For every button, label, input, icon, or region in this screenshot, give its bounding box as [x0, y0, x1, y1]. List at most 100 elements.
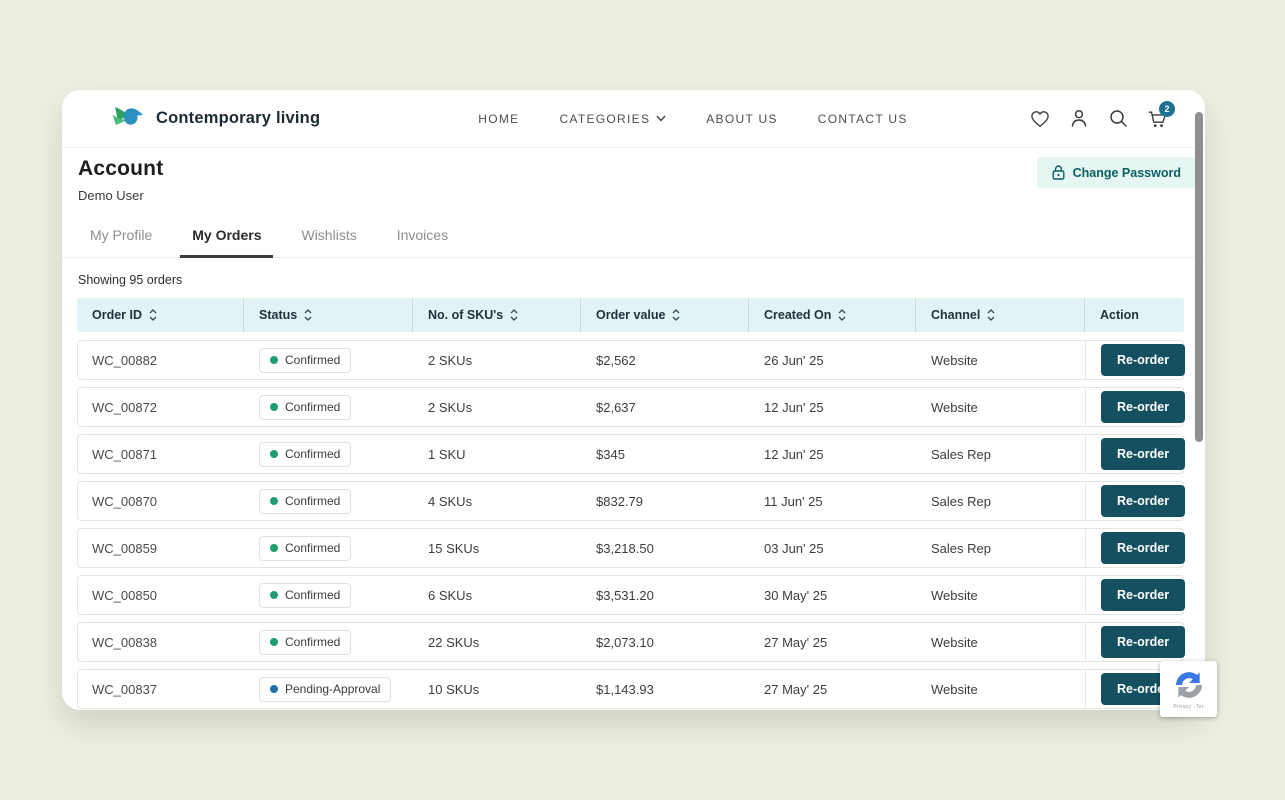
order-value-cell: $2,562 — [581, 353, 749, 368]
channel-cell: Website — [916, 682, 1085, 697]
brand-logo[interactable]: Contemporary living — [110, 104, 320, 134]
reorder-button[interactable]: Re-order — [1101, 391, 1185, 423]
recaptcha-privacy-text: Privacy - Ter — [1173, 704, 1203, 710]
skus-cell: 10 SKUs — [413, 682, 581, 697]
sort-icon[interactable] — [838, 309, 846, 321]
nav-item[interactable]: CONTACT US — [818, 112, 908, 126]
status-badge: Confirmed — [259, 630, 351, 655]
reorder-button[interactable]: Re-order — [1101, 532, 1185, 564]
vertical-scrollbar[interactable] — [1195, 112, 1203, 442]
order-value-cell: $345 — [581, 447, 749, 462]
created-on-cell: 30 May' 25 — [749, 588, 916, 603]
chevron-down-icon — [656, 115, 666, 122]
tab[interactable]: Invoices — [385, 217, 460, 258]
tab[interactable]: My Orders — [180, 217, 273, 258]
status-badge: Confirmed — [259, 489, 351, 514]
status-badge: Confirmed — [259, 583, 351, 608]
created-on-cell: 03 Jun' 25 — [749, 541, 916, 556]
order-value-cell: $2,073.10 — [581, 635, 749, 650]
nav-item[interactable]: HOME — [478, 112, 519, 126]
status-cell: Confirmed — [244, 583, 413, 608]
sort-icon[interactable] — [987, 309, 995, 321]
status-badge: Pending-Approval — [259, 677, 391, 702]
order-row: WC_00870 Confirmed 4 SKUs $832.79 11 Jun… — [77, 481, 1184, 521]
orders-table-body: WC_00882 Confirmed 2 SKUs $2,562 26 Jun'… — [77, 340, 1184, 709]
cart-count-badge: 2 — [1159, 101, 1175, 117]
reorder-button[interactable]: Re-order — [1101, 344, 1185, 376]
order-id-cell: WC_00859 — [78, 541, 244, 556]
search-icon[interactable] — [1108, 109, 1128, 129]
column-header[interactable]: Order ID — [77, 298, 243, 332]
status-cell: Confirmed — [244, 536, 413, 561]
status-badge: Confirmed — [259, 348, 351, 373]
reorder-button[interactable]: Re-order — [1101, 579, 1185, 611]
recaptcha-icon — [1173, 669, 1205, 701]
page-title: Account — [78, 157, 163, 181]
order-row: WC_00859 Confirmed 15 SKUs $3,218.50 03 … — [77, 528, 1184, 568]
nav-item[interactable]: CATEGORIES — [559, 112, 666, 126]
tab[interactable]: Wishlists — [289, 217, 368, 258]
status-badge: Confirmed — [259, 442, 351, 467]
created-on-cell: 27 May' 25 — [749, 635, 916, 650]
reorder-button[interactable]: Re-order — [1101, 438, 1185, 470]
skus-cell: 15 SKUs — [413, 541, 581, 556]
action-cell: Re-order — [1085, 576, 1185, 614]
created-on-cell: 27 May' 25 — [749, 682, 916, 697]
status-dot-icon — [270, 685, 278, 693]
order-id-cell: WC_00872 — [78, 400, 244, 415]
skus-cell: 6 SKUs — [413, 588, 581, 603]
status-cell: Pending-Approval — [244, 677, 413, 702]
status-dot-icon — [270, 638, 278, 646]
sort-icon[interactable] — [149, 309, 157, 321]
account-page-card: Contemporary living HOME CATEGORIES ABOU… — [62, 90, 1205, 710]
wishlist-heart-icon[interactable] — [1030, 109, 1050, 129]
skus-cell: 22 SKUs — [413, 635, 581, 650]
column-header[interactable]: Action — [1084, 298, 1184, 332]
site-header: Contemporary living HOME CATEGORIES ABOU… — [62, 90, 1205, 148]
status-dot-icon — [270, 356, 278, 364]
change-password-button[interactable]: Change Password — [1037, 157, 1196, 188]
order-row: WC_00871 Confirmed 1 SKU $345 12 Jun' 25… — [77, 434, 1184, 474]
cart-icon[interactable]: 2 — [1147, 109, 1167, 129]
status-cell: Confirmed — [244, 442, 413, 467]
sort-icon[interactable] — [510, 309, 518, 321]
skus-cell: 1 SKU — [413, 447, 581, 462]
reorder-button[interactable]: Re-order — [1101, 626, 1185, 658]
status-cell: Confirmed — [244, 348, 413, 373]
skus-cell: 2 SKUs — [413, 400, 581, 415]
skus-cell: 4 SKUs — [413, 494, 581, 509]
column-header[interactable]: No. of SKU's — [412, 298, 580, 332]
order-id-cell: WC_00882 — [78, 353, 244, 368]
channel-cell: Website — [916, 588, 1085, 603]
status-cell: Confirmed — [244, 395, 413, 420]
action-cell: Re-order — [1085, 388, 1185, 426]
status-cell: Confirmed — [244, 630, 413, 655]
nav-item[interactable]: ABOUT US — [706, 112, 778, 126]
order-value-cell: $2,637 — [581, 400, 749, 415]
order-id-cell: WC_00850 — [78, 588, 244, 603]
sort-icon[interactable] — [672, 309, 680, 321]
reorder-button[interactable]: Re-order — [1101, 485, 1185, 517]
created-on-cell: 12 Jun' 25 — [749, 400, 916, 415]
orders-count-summary: Showing 95 orders — [62, 258, 1205, 298]
channel-cell: Sales Rep — [916, 447, 1085, 462]
order-row: WC_00838 Confirmed 22 SKUs $2,073.10 27 … — [77, 622, 1184, 662]
sort-icon[interactable] — [304, 309, 312, 321]
column-header[interactable]: Created On — [748, 298, 915, 332]
order-id-cell: WC_00871 — [78, 447, 244, 462]
order-value-cell: $1,143.93 — [581, 682, 749, 697]
skus-cell: 2 SKUs — [413, 353, 581, 368]
account-user-icon[interactable] — [1069, 109, 1089, 129]
column-header[interactable]: Order value — [580, 298, 748, 332]
action-cell: Re-order — [1085, 623, 1185, 661]
created-on-cell: 12 Jun' 25 — [749, 447, 916, 462]
column-header[interactable]: Status — [243, 298, 412, 332]
action-cell: Re-order — [1085, 482, 1185, 520]
column-header[interactable]: Channel — [915, 298, 1084, 332]
created-on-cell: 26 Jun' 25 — [749, 353, 916, 368]
lock-icon — [1052, 165, 1065, 180]
main-nav: HOME CATEGORIES ABOUT US CONTACT US — [478, 112, 907, 126]
status-dot-icon — [270, 403, 278, 411]
recaptcha-badge[interactable]: Privacy - Ter — [1160, 661, 1217, 717]
tab[interactable]: My Profile — [78, 217, 164, 258]
